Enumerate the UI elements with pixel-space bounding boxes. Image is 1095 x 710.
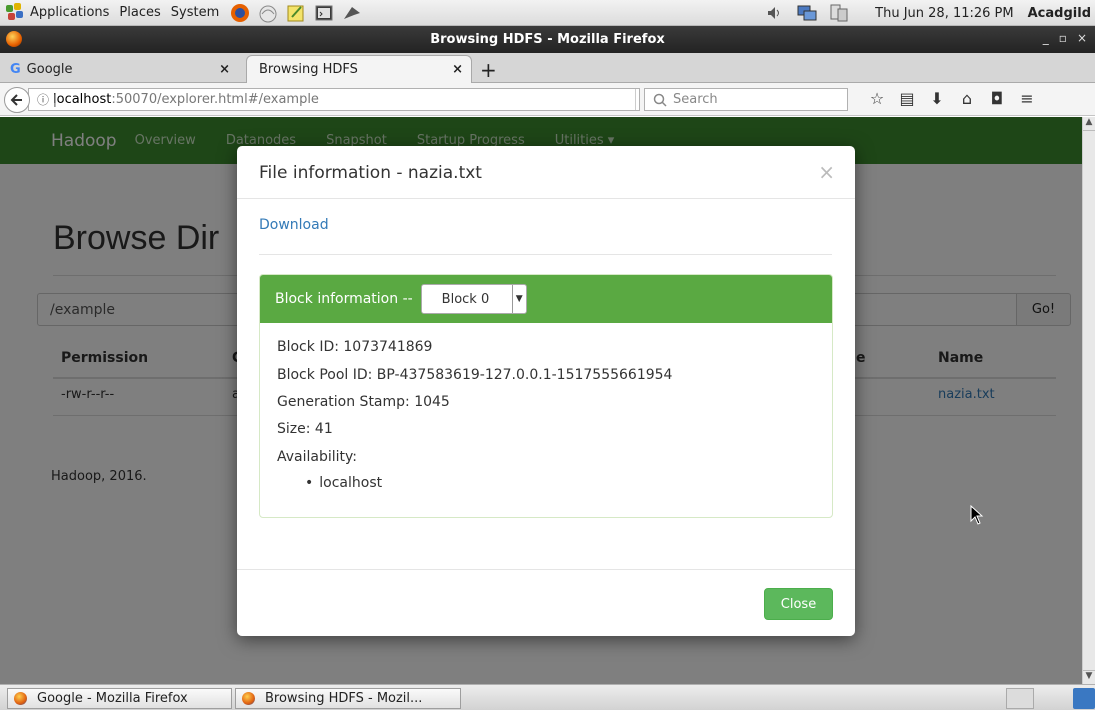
scroll-down-icon[interactable]: ▼ bbox=[1083, 670, 1095, 684]
close-button[interactable]: Close bbox=[764, 588, 833, 620]
firefox-icon bbox=[14, 692, 27, 705]
taskbar-item-label: Google - Mozilla Firefox bbox=[37, 691, 188, 706]
block-info-heading: Block information -- Block 0 ▼ bbox=[260, 275, 832, 323]
bookmark-star-icon[interactable]: ☆ bbox=[862, 89, 892, 108]
block-size: Size: 41 bbox=[277, 421, 333, 437]
system-menu[interactable]: System bbox=[171, 5, 219, 20]
firefox-icon bbox=[242, 692, 255, 705]
modal-close-icon[interactable]: × bbox=[818, 160, 835, 184]
page-scrollbar[interactable]: ▲ ▼ bbox=[1082, 117, 1095, 684]
bookmarks-library-icon[interactable]: ▤ bbox=[892, 89, 922, 108]
tab-strip: G Google × Browsing HDFS × + bbox=[0, 53, 1095, 83]
downloads-icon[interactable]: ⬇ bbox=[922, 89, 952, 108]
block-info-panel: Block information -- Block 0 ▼ Block ID:… bbox=[259, 274, 833, 518]
user-menu[interactable]: Acadgild bbox=[1028, 6, 1091, 21]
file-info-modal: File information - nazia.txt × Download … bbox=[237, 146, 855, 636]
display-icon[interactable] bbox=[829, 4, 849, 22]
google-icon: G bbox=[10, 61, 21, 77]
modal-footer-divider bbox=[237, 569, 855, 570]
tab-hdfs-label: Browsing HDFS bbox=[259, 62, 358, 77]
tab-google-label: Google bbox=[26, 61, 73, 77]
location-item: localhost bbox=[305, 475, 382, 491]
site-info-icon[interactable]: ⓘ | bbox=[37, 91, 57, 108]
search-icon bbox=[653, 93, 667, 107]
url-path: :50070/explorer.html#/example bbox=[111, 92, 319, 107]
places-menu[interactable]: Places bbox=[119, 5, 160, 20]
back-arrow-icon bbox=[10, 94, 22, 106]
window-close-button[interactable]: × bbox=[1077, 31, 1087, 45]
back-button[interactable] bbox=[4, 87, 30, 113]
tab-google[interactable]: G Google × bbox=[0, 55, 238, 83]
menu-icon[interactable]: ≡ bbox=[1012, 89, 1042, 108]
network-icon[interactable] bbox=[257, 3, 279, 23]
top-panel: Applications Places System Thu Jun 28, 1… bbox=[0, 0, 1095, 26]
workspace-switcher[interactable] bbox=[1006, 688, 1034, 709]
block-select-value: Block 0 bbox=[441, 291, 490, 307]
screenshot-icon[interactable] bbox=[341, 3, 363, 23]
tab-google-close-button[interactable]: × bbox=[219, 62, 230, 77]
taskbar: Google - Mozilla Firefox Browsing HDFS -… bbox=[0, 684, 1095, 710]
applications-menu[interactable]: Applications bbox=[30, 5, 109, 20]
new-tab-button[interactable]: + bbox=[480, 58, 497, 82]
url-host: localhost bbox=[53, 92, 112, 107]
text-editor-icon[interactable] bbox=[285, 3, 307, 23]
firefox-window-icon[interactable] bbox=[6, 31, 22, 47]
chevron-down-icon: ▼ bbox=[511, 285, 526, 313]
terminal-icon[interactable] bbox=[313, 3, 335, 23]
search-placeholder: Search bbox=[673, 92, 718, 107]
volume-icon[interactable] bbox=[765, 4, 785, 22]
window-titlebar[interactable]: Browsing HDFS - Mozilla Firefox _ ▫ × bbox=[0, 26, 1095, 53]
block-info-label: Block information -- bbox=[275, 291, 413, 307]
block-id: Block ID: 1073741869 bbox=[277, 339, 433, 355]
home-icon[interactable]: ⌂ bbox=[952, 89, 982, 108]
search-input[interactable]: Search bbox=[644, 88, 848, 111]
scroll-up-icon[interactable]: ▲ bbox=[1083, 117, 1095, 131]
download-link[interactable]: Download bbox=[259, 217, 329, 233]
taskbar-item-hdfs[interactable]: Browsing HDFS - Mozil... bbox=[235, 688, 461, 709]
maximize-button[interactable]: ▫ bbox=[1059, 31, 1067, 45]
availability-label: Availability: bbox=[277, 449, 358, 465]
tab-hdfs-close-button[interactable]: × bbox=[452, 62, 463, 77]
block-pool-id: Block Pool ID: BP-437583619-127.0.0.1-15… bbox=[277, 367, 673, 383]
download-divider bbox=[259, 254, 832, 255]
block-select[interactable]: Block 0 ▼ bbox=[420, 284, 527, 314]
window-title: Browsing HDFS - Mozilla Firefox bbox=[430, 32, 665, 47]
mouse-cursor-icon bbox=[970, 505, 984, 525]
navigation-toolbar: ⓘ | localhost :50070/explorer.html#/exam… bbox=[0, 83, 1095, 116]
taskbar-item-label: Browsing HDFS - Mozil... bbox=[265, 691, 423, 706]
network-status-icon[interactable] bbox=[797, 4, 817, 22]
modal-title: File information - nazia.txt bbox=[259, 163, 482, 183]
generation-stamp: Generation Stamp: 1045 bbox=[277, 394, 450, 410]
url-bar[interactable]: ⓘ | localhost :50070/explorer.html#/exam… bbox=[28, 88, 656, 111]
pocket-icon[interactable]: ◘ bbox=[982, 89, 1012, 108]
minimize-button[interactable]: _ bbox=[1043, 31, 1049, 45]
clock[interactable]: Thu Jun 28, 11:26 PM bbox=[875, 6, 1013, 21]
tab-browsing-hdfs[interactable]: Browsing HDFS × bbox=[246, 55, 472, 83]
taskbar-item-google[interactable]: Google - Mozilla Firefox bbox=[7, 688, 232, 709]
firefox-icon[interactable] bbox=[229, 3, 251, 23]
show-desktop-icon[interactable] bbox=[1073, 688, 1095, 709]
modal-header-divider bbox=[237, 198, 855, 199]
applications-icon[interactable] bbox=[4, 2, 26, 23]
